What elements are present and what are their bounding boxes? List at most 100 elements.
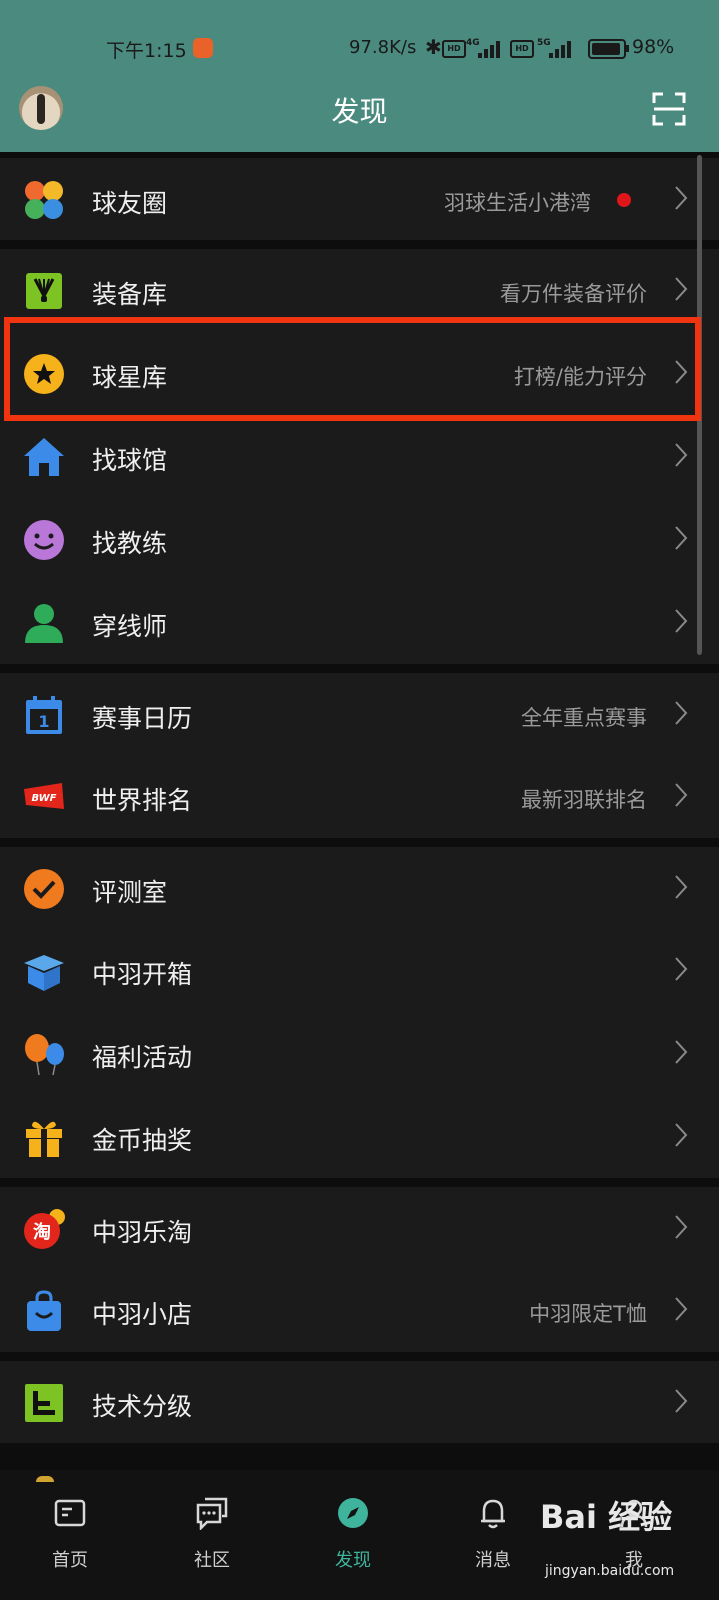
notification-app-icon [193,38,213,58]
menu-row-label: 找球馆 [92,446,168,475]
compass-icon [338,1498,368,1528]
menu-row-le-tao[interactable]: 淘 中羽乐淘 [0,1187,719,1269]
menu-group: 球友圈 羽球生活小港湾 [0,158,719,240]
chat-icon [196,1497,228,1532]
signal-bars-icon [478,40,504,58]
menu-group: 1 赛事日历 全年重点赛事 BWF 世界排名 最新羽联排名 [0,673,719,838]
menu-row-label: 赛事日历 [92,704,193,733]
menu-row-label: 找教练 [92,529,168,558]
menu-row-label: 评测室 [92,878,168,907]
house-icon [24,438,64,476]
app-header: 下午1:15 97.8K/s ✱ HD 4G HD 5G 98% 发现 [0,0,719,152]
menu-row-subtitle: 中羽限定T恤 [529,1302,647,1326]
menu-group: 评测室 中羽开箱 福利活动 金币抽奖 [0,847,719,1178]
chevron-right-icon [675,277,688,301]
menu-row-label: 中羽小店 [92,1300,193,1329]
menu-row-label: 球友圈 [92,189,168,218]
tab-community[interactable]: 社区 [162,1496,262,1586]
svg-text:1: 1 [38,712,49,731]
battery-icon [588,39,626,59]
network-speed: 97.8K/s [349,37,417,58]
level-icon [25,1384,63,1422]
scan-icon[interactable] [652,92,686,126]
menu-row-skill-level[interactable]: 技术分级 [0,1361,719,1443]
gift-icon [26,1121,62,1157]
tab-label: 首页 [52,1550,88,1571]
menu-row-find-venue[interactable]: 找球馆 [0,415,719,498]
menu-row-ball-friends[interactable]: 球友圈 羽球生活小港湾 [0,158,719,240]
menu-row-label: 金币抽奖 [92,1126,193,1155]
discover-menu-list: 球友圈 羽球生活小港湾 装备库 看万件装备评价 球星库 打榜/能力评分 找球馆 … [0,152,719,1470]
status-bar: 下午1:15 97.8K/s ✱ HD 4G HD 5G 98% [0,34,719,64]
bell-icon [481,1499,505,1529]
box-icon [24,955,64,991]
menu-row-shop[interactable]: 中羽小店 中羽限定T恤 [0,1269,719,1352]
menu-row-subtitle: 打榜/能力评分 [513,365,647,389]
tab-label: 消息 [475,1550,511,1571]
chevron-right-icon [675,701,688,725]
svg-text:淘: 淘 [33,1221,51,1243]
page-title: 发现 [331,95,388,128]
chevron-right-icon [675,1215,688,1239]
menu-row-label: 穿线师 [92,612,168,641]
hd-icon: HD [442,40,466,58]
battery-cap [626,45,629,52]
menu-row-coin-lottery[interactable]: 金币抽奖 [0,1095,719,1178]
chevron-right-icon [675,609,688,633]
chevron-right-icon [675,1040,688,1064]
menu-row-world-ranking[interactable]: BWF 世界排名 最新羽联排名 [0,755,719,838]
menu-row-label: 福利活动 [92,1043,193,1072]
menu-row-equipment[interactable]: 装备库 看万件装备评价 [0,249,719,332]
unread-dot-badge [617,193,631,207]
tao-icon: 淘 [24,1209,65,1249]
chevron-right-icon [675,783,688,807]
chevron-right-icon [675,186,688,210]
menu-row-unboxing[interactable]: 中羽开箱 [0,929,719,1012]
menu-row-welfare-events[interactable]: 福利活动 [0,1012,719,1095]
chevron-right-icon [675,1123,688,1147]
menu-row-label: 装备库 [92,280,168,309]
tab-home[interactable]: 首页 [20,1496,120,1586]
menu-row-label: 中羽乐淘 [92,1218,193,1247]
hd-icon-2: HD [510,40,534,58]
menu-row-review-lab[interactable]: 评测室 [0,847,719,929]
chevron-right-icon [675,526,688,550]
balloon-icon [25,1034,64,1076]
menu-row-subtitle: 最新羽联排名 [521,788,647,812]
menu-row-label: 技术分级 [92,1392,193,1421]
bluetooth-icon: ✱ [425,35,442,59]
tab-messages[interactable]: 消息 [443,1496,543,1586]
menu-row-subtitle: 羽球生活小港湾 [444,191,591,215]
menu-row-label: 球星库 [92,363,168,392]
tab-discover[interactable]: 发现 [303,1496,403,1586]
tab-label: 社区 [194,1550,230,1571]
smiley-icon [24,520,64,560]
person-icon [25,604,63,643]
tab-label: 发现 [335,1550,371,1571]
chevron-right-icon [675,360,688,384]
menu-row-label: 中羽开箱 [92,960,193,989]
menu-row-stringer[interactable]: 穿线师 [0,581,719,664]
home-feed-icon [54,1499,86,1527]
chevron-right-icon [675,875,688,899]
calendar-icon: 1 [26,696,62,734]
menu-group: 淘 中羽乐淘 中羽小店 中羽限定T恤 [0,1187,719,1352]
star-icon [24,354,64,394]
chevron-right-icon [675,443,688,467]
chevron-right-icon [675,1297,688,1321]
chevron-right-icon [675,957,688,981]
battery-percent: 98% [632,36,675,58]
bwf-logo-icon: BWF [24,783,64,809]
menu-row-subtitle: 看万件装备评价 [500,282,647,306]
clover-icon [25,181,63,219]
signal-bars-icon-2 [549,40,575,58]
menu-row-find-coach[interactable]: 找教练 [0,498,719,581]
menu-group: 装备库 看万件装备评价 球星库 打榜/能力评分 找球馆 找教练 穿线师 [0,249,719,664]
menu-row-star-players[interactable]: 球星库 打榜/能力评分 [0,332,719,415]
scrollbar[interactable] [697,155,702,655]
menu-row-subtitle: 全年重点赛事 [521,706,647,730]
shopping-bag-icon [27,1290,61,1331]
menu-row-event-calendar[interactable]: 1 赛事日历 全年重点赛事 [0,673,719,755]
baidu-watermark-url: jingyan.baidu.com [545,1563,675,1579]
baidu-watermark: Bai 经验 [540,1498,673,1536]
